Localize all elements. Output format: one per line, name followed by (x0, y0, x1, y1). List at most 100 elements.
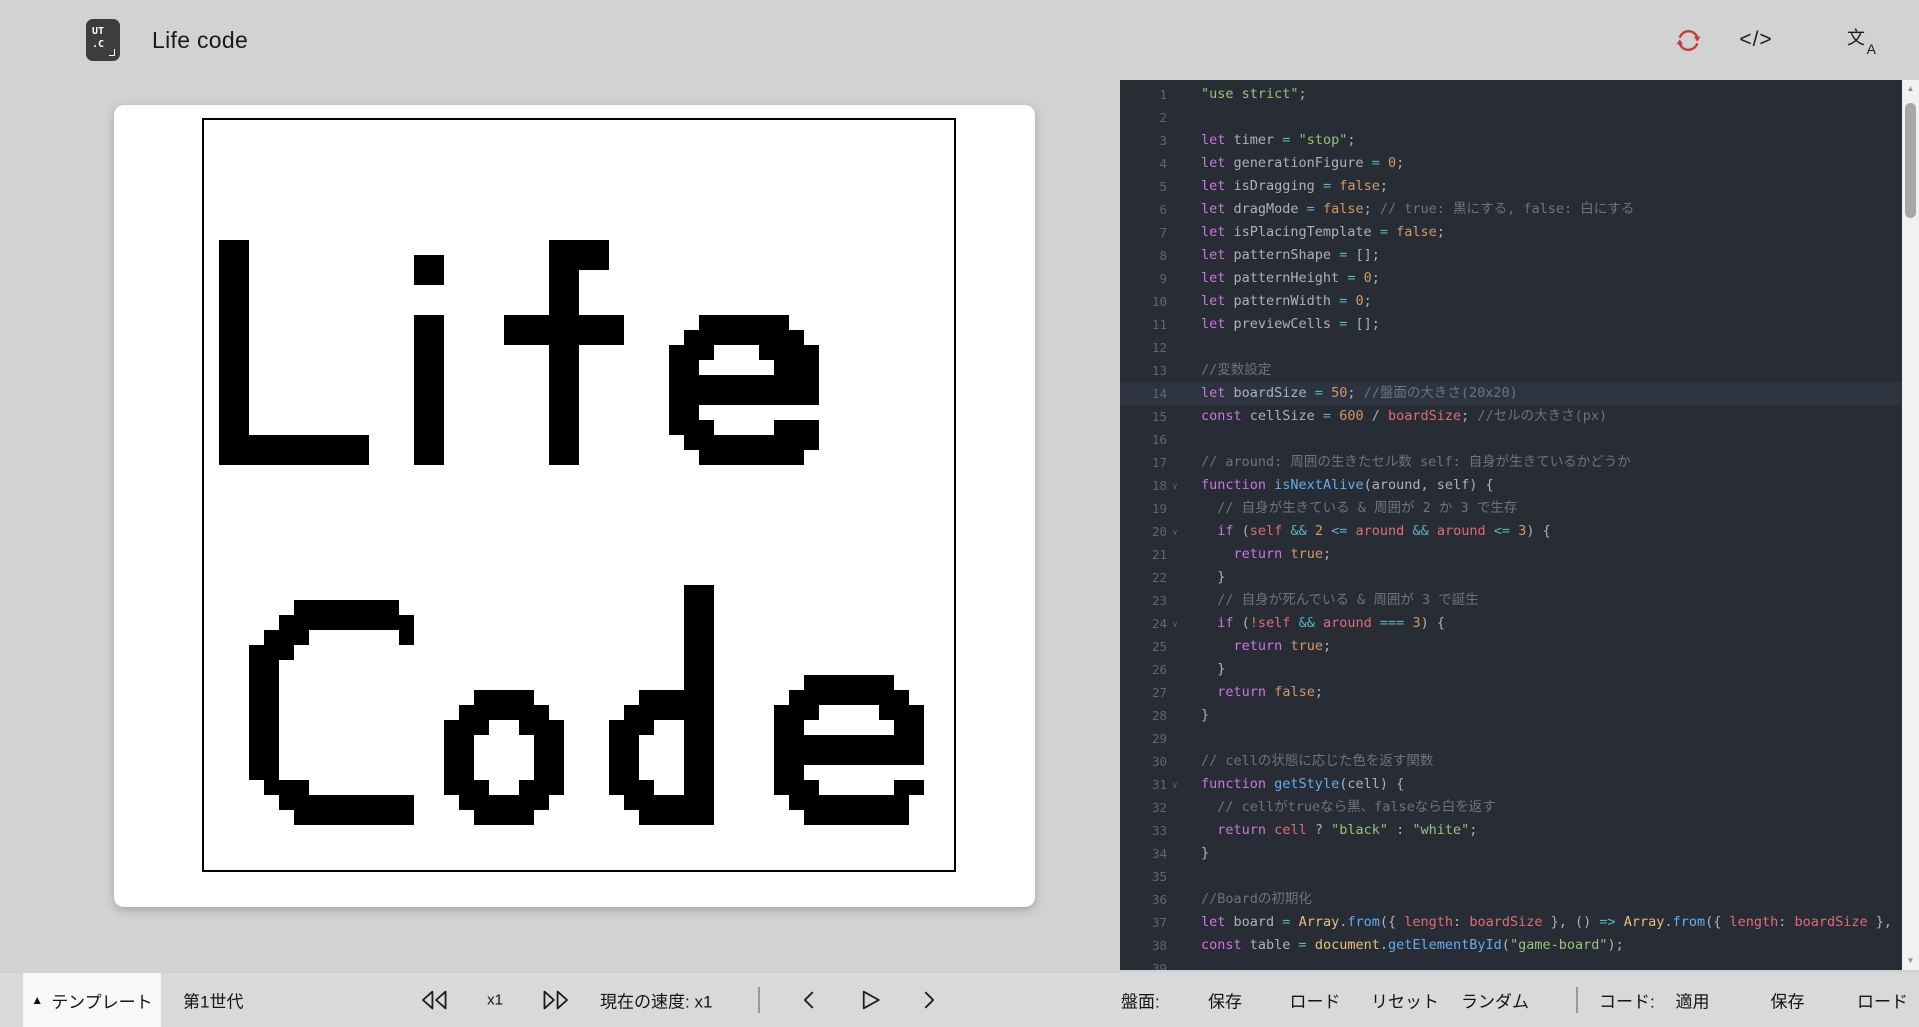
code-line[interactable]: 16 (1120, 428, 1902, 451)
code-text (1183, 727, 1201, 750)
fold-arrow-icon[interactable]: ∨ (1167, 614, 1183, 637)
step-back-button[interactable] (800, 989, 816, 1011)
code-line[interactable]: 32 // cellがtrueなら黒、falseなら白を返す (1120, 796, 1902, 819)
scrollbar-down-arrow[interactable]: ▼ (1902, 954, 1919, 968)
code-line[interactable]: 15const cellSize = 600 / boardSize; //セル… (1120, 405, 1902, 428)
fold-spacer (1167, 913, 1183, 936)
code-line[interactable]: 6let dragMode = false; // true: 黒にする, fa… (1120, 198, 1902, 221)
speed-up-button[interactable] (541, 990, 571, 1011)
code-text: return false; (1183, 681, 1323, 704)
speed-badge: x1 (480, 992, 510, 1009)
editor-scrollbar[interactable]: ▲ ▼ (1902, 80, 1919, 970)
code-line[interactable]: 12 (1120, 336, 1902, 359)
play-button[interactable] (858, 989, 883, 1012)
code-line[interactable]: 10let patternWidth = 0; (1120, 290, 1902, 313)
code-text: return true; (1183, 543, 1331, 566)
code-text: } (1183, 842, 1209, 865)
translate-icon[interactable]: 文 A (1847, 26, 1877, 54)
code-line[interactable]: 38const table = document.getElementById(… (1120, 934, 1902, 957)
code-line[interactable]: 24∨ if (!self && around === 3) { (1120, 612, 1902, 635)
code-line[interactable]: 3 let timer = "stop"; (1120, 129, 1902, 152)
fold-spacer (1167, 959, 1183, 970)
fold-spacer (1167, 844, 1183, 867)
refresh-icon[interactable] (1673, 26, 1703, 54)
translate-sub-glyph: A (1867, 41, 1876, 57)
code-load-button[interactable]: ロード (1835, 988, 1919, 1013)
skip-forward-icon (541, 990, 571, 1011)
code-apply-button[interactable]: 適用 (1645, 988, 1740, 1013)
code-text: if (!self && around === 3) { (1183, 612, 1445, 635)
fold-spacer (1167, 338, 1183, 361)
line-number: 7 (1120, 221, 1167, 244)
code-line[interactable]: 39 (1120, 957, 1902, 970)
code-line[interactable]: 9let patternHeight = 0; (1120, 267, 1902, 290)
code-line[interactable]: 8let patternShape = []; (1120, 244, 1902, 267)
fold-arrow-icon[interactable]: ∨ (1167, 476, 1183, 499)
code-line[interactable]: 13 //変数設定 (1120, 359, 1902, 382)
code-line[interactable]: 36//Boardの初期化 (1120, 888, 1902, 911)
code-editor-toggle-icon[interactable]: </> (1741, 26, 1771, 54)
board-load-button[interactable]: ロード (1270, 988, 1360, 1013)
code-text: let timer = "stop"; (1183, 129, 1356, 152)
code-line[interactable]: 28} (1120, 704, 1902, 727)
code-line[interactable]: 29 (1120, 727, 1902, 750)
code-line[interactable]: 5let isDragging = false; (1120, 175, 1902, 198)
board-reset-button[interactable]: リセット (1360, 988, 1450, 1013)
code-line[interactable]: 11let previewCells = []; (1120, 313, 1902, 336)
code-text: const cellSize = 600 / boardSize; //セルの大… (1183, 405, 1607, 428)
generation-counter: 第1世代 (183, 988, 243, 1013)
game-board[interactable] (202, 118, 956, 872)
scrollbar-thumb[interactable] (1905, 103, 1916, 218)
code-line[interactable]: 14let boardSize = 50; //盤面の大きさ(20x20) (1120, 382, 1902, 405)
line-number: 20 (1120, 520, 1167, 543)
fold-spacer (1167, 637, 1183, 660)
fold-arrow-icon[interactable]: ∨ (1167, 522, 1183, 545)
translate-glyph-box: 文 A (1847, 26, 1877, 54)
code-text: // cellの状態に応じた色を返す関数 (1183, 750, 1433, 773)
code-line[interactable]: 31∨function getStyle(cell) { (1120, 773, 1902, 796)
code-line[interactable]: 17// around: 周囲の生きたセル数 self: 自身が生きているかどう… (1120, 451, 1902, 474)
step-forward-button[interactable] (922, 989, 938, 1011)
code-text: //変数設定 (1183, 359, 1271, 382)
line-number: 32 (1120, 796, 1167, 819)
code-line[interactable]: 22 } (1120, 566, 1902, 589)
speed-down-button[interactable] (419, 990, 449, 1011)
line-number: 3 (1120, 129, 1167, 152)
refresh-icon-svg (1675, 27, 1702, 54)
code-text: let previewCells = []; (1183, 313, 1380, 336)
board-save-button[interactable]: 保存 (1180, 988, 1270, 1013)
code-line[interactable]: 7let isPlacingTemplate = false; (1120, 221, 1902, 244)
code-line[interactable]: 1"use strict"; (1120, 83, 1902, 106)
line-number: 13 (1120, 359, 1167, 382)
code-line[interactable]: 18∨function isNextAlive(around, self) { (1120, 474, 1902, 497)
code-line[interactable]: 30// cellの状態に応じた色を返す関数 (1120, 750, 1902, 773)
line-number: 34 (1120, 842, 1167, 865)
code-line[interactable]: 4let generationFigure = 0; (1120, 152, 1902, 175)
scrollbar-up-arrow[interactable]: ▲ (1902, 82, 1919, 96)
code-line[interactable]: 37let board = Array.from({ length: board… (1120, 911, 1902, 934)
board-random-button[interactable]: ランダム (1450, 988, 1540, 1013)
code-line[interactable]: 19 // 自身が生きている & 周囲が 2 か 3 で生存 (1120, 497, 1902, 520)
code-line[interactable]: 34} (1120, 842, 1902, 865)
code-save-button[interactable]: 保存 (1740, 988, 1835, 1013)
code-line[interactable]: 23 // 自身が死んでいる & 周囲が 3 で誕生 (1120, 589, 1902, 612)
line-number: 9 (1120, 267, 1167, 290)
fold-spacer (1167, 430, 1183, 453)
line-number: 2 (1120, 106, 1167, 129)
code-line[interactable]: 21 return true; (1120, 543, 1902, 566)
line-number: 14 (1120, 382, 1167, 405)
code-line[interactable]: 27 return false; (1120, 681, 1902, 704)
code-line[interactable]: 25 return true; (1120, 635, 1902, 658)
code-line[interactable]: 33 return cell ? "black" : "white"; (1120, 819, 1902, 842)
code-line[interactable]: 35 (1120, 865, 1902, 888)
code-line[interactable]: 20∨ if (self && 2 <= around && around <=… (1120, 520, 1902, 543)
code-line[interactable]: 2 (1120, 106, 1902, 129)
code-editor[interactable]: 1"use strict";23 let timer = "stop";4let … (1120, 80, 1902, 970)
fold-arrow-icon[interactable]: ∨ (1167, 775, 1183, 798)
line-number: 38 (1120, 934, 1167, 957)
code-line[interactable]: 26 } (1120, 658, 1902, 681)
utcode-logo: UT .C (86, 19, 120, 61)
template-button[interactable]: ▲ テンプレート (23, 973, 161, 1027)
line-number: 10 (1120, 290, 1167, 313)
code-lines: 1"use strict";23 let timer = "stop";4let … (1120, 83, 1902, 970)
